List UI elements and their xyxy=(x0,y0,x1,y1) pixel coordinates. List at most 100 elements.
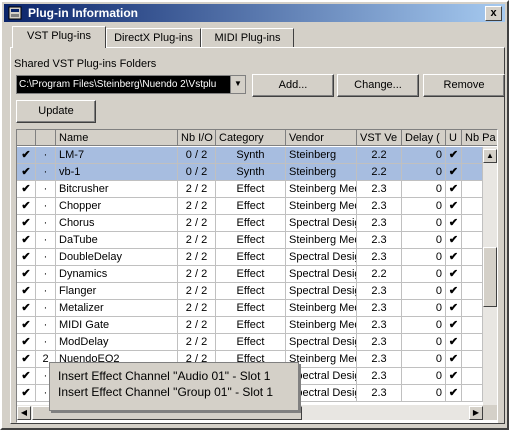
plugin-nb-params xyxy=(462,215,483,232)
active-checkbox[interactable]: ✔ xyxy=(17,300,36,317)
tab-directx-plugins[interactable]: DirectX Plug-ins xyxy=(106,28,201,47)
active-checkbox[interactable]: ✔ xyxy=(17,232,36,249)
vertical-scrollbar[interactable]: ▲ xyxy=(483,147,497,405)
plugin-nb-params xyxy=(462,198,483,215)
plugin-delay: 0 xyxy=(402,385,446,402)
u-checkbox[interactable]: ✔ xyxy=(446,147,462,164)
u-checkbox[interactable]: ✔ xyxy=(446,249,462,266)
u-checkbox[interactable]: ✔ xyxy=(446,215,462,232)
u-checkbox[interactable]: ✔ xyxy=(446,368,462,385)
close-button[interactable]: x xyxy=(485,6,502,21)
column-header-delay[interactable]: Delay ( xyxy=(402,130,446,146)
table-row[interactable]: ✔ · Bitcrusher 2 / 2 Effect Steinberg Med 2.3 0… xyxy=(17,181,483,198)
column-header-u[interactable]: U xyxy=(446,130,462,146)
plugin-vendor: Steinberg Med xyxy=(286,198,357,215)
u-checkbox[interactable]: ✔ xyxy=(446,181,462,198)
plugin-io: 2 / 2 xyxy=(178,283,216,300)
instance-count: · xyxy=(36,147,56,164)
active-checkbox[interactable]: ✔ xyxy=(17,147,36,164)
table-row[interactable]: ✔ · Metalizer 2 / 2 Effect Steinberg Med 2.3 0 ✔ xyxy=(17,300,483,317)
active-checkbox[interactable]: ✔ xyxy=(17,215,36,232)
column-header-instances[interactable] xyxy=(36,130,56,146)
plugin-category: Effect xyxy=(216,181,286,198)
active-checkbox[interactable]: ✔ xyxy=(17,164,36,181)
u-checkbox[interactable]: ✔ xyxy=(446,164,462,181)
plugin-name: Metalizer xyxy=(56,300,178,317)
table-row[interactable]: ✔ · DoubleDelay 2 / 2 Effect Spectral Desig 2.… xyxy=(17,249,483,266)
plugin-vendor: Spectral Desig xyxy=(286,334,357,351)
add-button[interactable]: Add... xyxy=(252,74,334,97)
column-header-category[interactable]: Category xyxy=(216,130,286,146)
plugin-io: 2 / 2 xyxy=(178,249,216,266)
u-checkbox[interactable]: ✔ xyxy=(446,385,462,402)
active-checkbox[interactable]: ✔ xyxy=(17,317,36,334)
column-header-name[interactable]: Name xyxy=(56,130,178,146)
plugin-vendor: Spectral Desig xyxy=(286,283,357,300)
scroll-left-icon[interactable]: ◀ xyxy=(17,406,31,420)
column-header-vendor[interactable]: Vendor xyxy=(286,130,357,146)
scroll-right-icon[interactable]: ▶ xyxy=(469,406,483,420)
u-checkbox[interactable]: ✔ xyxy=(446,283,462,300)
table-row[interactable]: ✔ · ModDelay 2 / 2 Effect Spectral Desig 2.3 0 ✔ xyxy=(17,334,483,351)
plugin-delay: 0 xyxy=(402,368,446,385)
active-checkbox[interactable]: ✔ xyxy=(17,385,36,402)
plugin-category: Effect xyxy=(216,317,286,334)
u-checkbox[interactable]: ✔ xyxy=(446,334,462,351)
active-checkbox[interactable]: ✔ xyxy=(17,198,36,215)
active-checkbox[interactable]: ✔ xyxy=(17,351,36,368)
close-icon: x xyxy=(490,7,497,19)
plugin-delay: 0 xyxy=(402,266,446,283)
plugin-name: ModDelay xyxy=(56,334,178,351)
table-row[interactable]: ✔ · DaTube 2 / 2 Effect Steinberg Med 2.3 0 ✔ xyxy=(17,232,483,249)
u-checkbox[interactable]: ✔ xyxy=(446,232,462,249)
instance-count: · xyxy=(36,215,56,232)
plugin-vst-version: 2.2 xyxy=(357,147,402,164)
remove-button[interactable]: Remove xyxy=(423,74,505,97)
plugin-name: Chorus xyxy=(56,215,178,232)
column-header-io[interactable]: Nb I/O xyxy=(178,130,216,146)
table-row[interactable]: ✔ · Chopper 2 / 2 Effect Steinberg Med 2.3 0 ✔ xyxy=(17,198,483,215)
folder-path-dropdown[interactable]: C:\Program Files\Steinberg\Nuendo 2\Vstp… xyxy=(16,75,246,94)
window-title: Plug-in Information xyxy=(28,6,138,20)
plugin-delay: 0 xyxy=(402,249,446,266)
plugin-vst-version: 2.3 xyxy=(357,385,402,402)
plugin-vendor: Steinberg Med xyxy=(286,232,357,249)
scroll-up-icon[interactable]: ▲ xyxy=(483,149,497,163)
tab-vst-plugins[interactable]: VST Plug-ins xyxy=(12,26,106,48)
plugin-name: Chopper xyxy=(56,198,178,215)
table-row[interactable]: ✔ · Chorus 2 / 2 Effect Spectral Desig 2.3 0 ✔ xyxy=(17,215,483,232)
u-checkbox[interactable]: ✔ xyxy=(446,317,462,334)
table-row[interactable]: ✔ · MIDI Gate 2 / 2 Effect Steinberg Med 2.3 0 ✔ xyxy=(17,317,483,334)
chevron-down-icon[interactable]: ▼ xyxy=(230,76,245,93)
plugin-nb-params xyxy=(462,283,483,300)
plugin-vst-version: 2.3 xyxy=(357,249,402,266)
active-checkbox[interactable]: ✔ xyxy=(17,283,36,300)
change-button[interactable]: Change... xyxy=(337,74,419,97)
tab-midi-plugins[interactable]: MIDI Plug-ins xyxy=(201,28,294,47)
table-row[interactable]: ✔ · vb-1 0 / 2 Synth Steinberg 2.2 0 ✔ xyxy=(17,164,483,181)
active-checkbox[interactable]: ✔ xyxy=(17,181,36,198)
title-bar[interactable]: Plug-in Information x xyxy=(4,4,505,22)
plugin-nb-params xyxy=(462,351,483,368)
active-checkbox[interactable]: ✔ xyxy=(17,334,36,351)
scroll-thumb[interactable] xyxy=(483,247,497,307)
u-checkbox[interactable]: ✔ xyxy=(446,351,462,368)
column-header-nb-params[interactable]: Nb Pa xyxy=(462,130,497,146)
table-row[interactable]: ✔ · Dynamics 2 / 2 Effect Spectral Desig 2.2 0 ✔ xyxy=(17,266,483,283)
column-header-vst-version[interactable]: VST Ve xyxy=(357,130,402,146)
u-checkbox[interactable]: ✔ xyxy=(446,300,462,317)
column-header-active[interactable] xyxy=(17,130,36,146)
table-row[interactable]: ✔ · Flanger 2 / 2 Effect Spectral Desig 2.3 0 ✔ xyxy=(17,283,483,300)
u-checkbox[interactable]: ✔ xyxy=(446,198,462,215)
active-checkbox[interactable]: ✔ xyxy=(17,368,36,385)
instance-count: · xyxy=(36,300,56,317)
plugin-vendor: Spectral Desig xyxy=(286,249,357,266)
update-button[interactable]: Update xyxy=(16,100,96,123)
plugin-delay: 0 xyxy=(402,232,446,249)
u-checkbox[interactable]: ✔ xyxy=(446,266,462,283)
plugin-name: DaTube xyxy=(56,232,178,249)
plugin-io: 2 / 2 xyxy=(178,334,216,351)
table-row[interactable]: ✔ · LM-7 0 / 2 Synth Steinberg 2.2 0 ✔ xyxy=(17,147,483,164)
active-checkbox[interactable]: ✔ xyxy=(17,249,36,266)
active-checkbox[interactable]: ✔ xyxy=(17,266,36,283)
